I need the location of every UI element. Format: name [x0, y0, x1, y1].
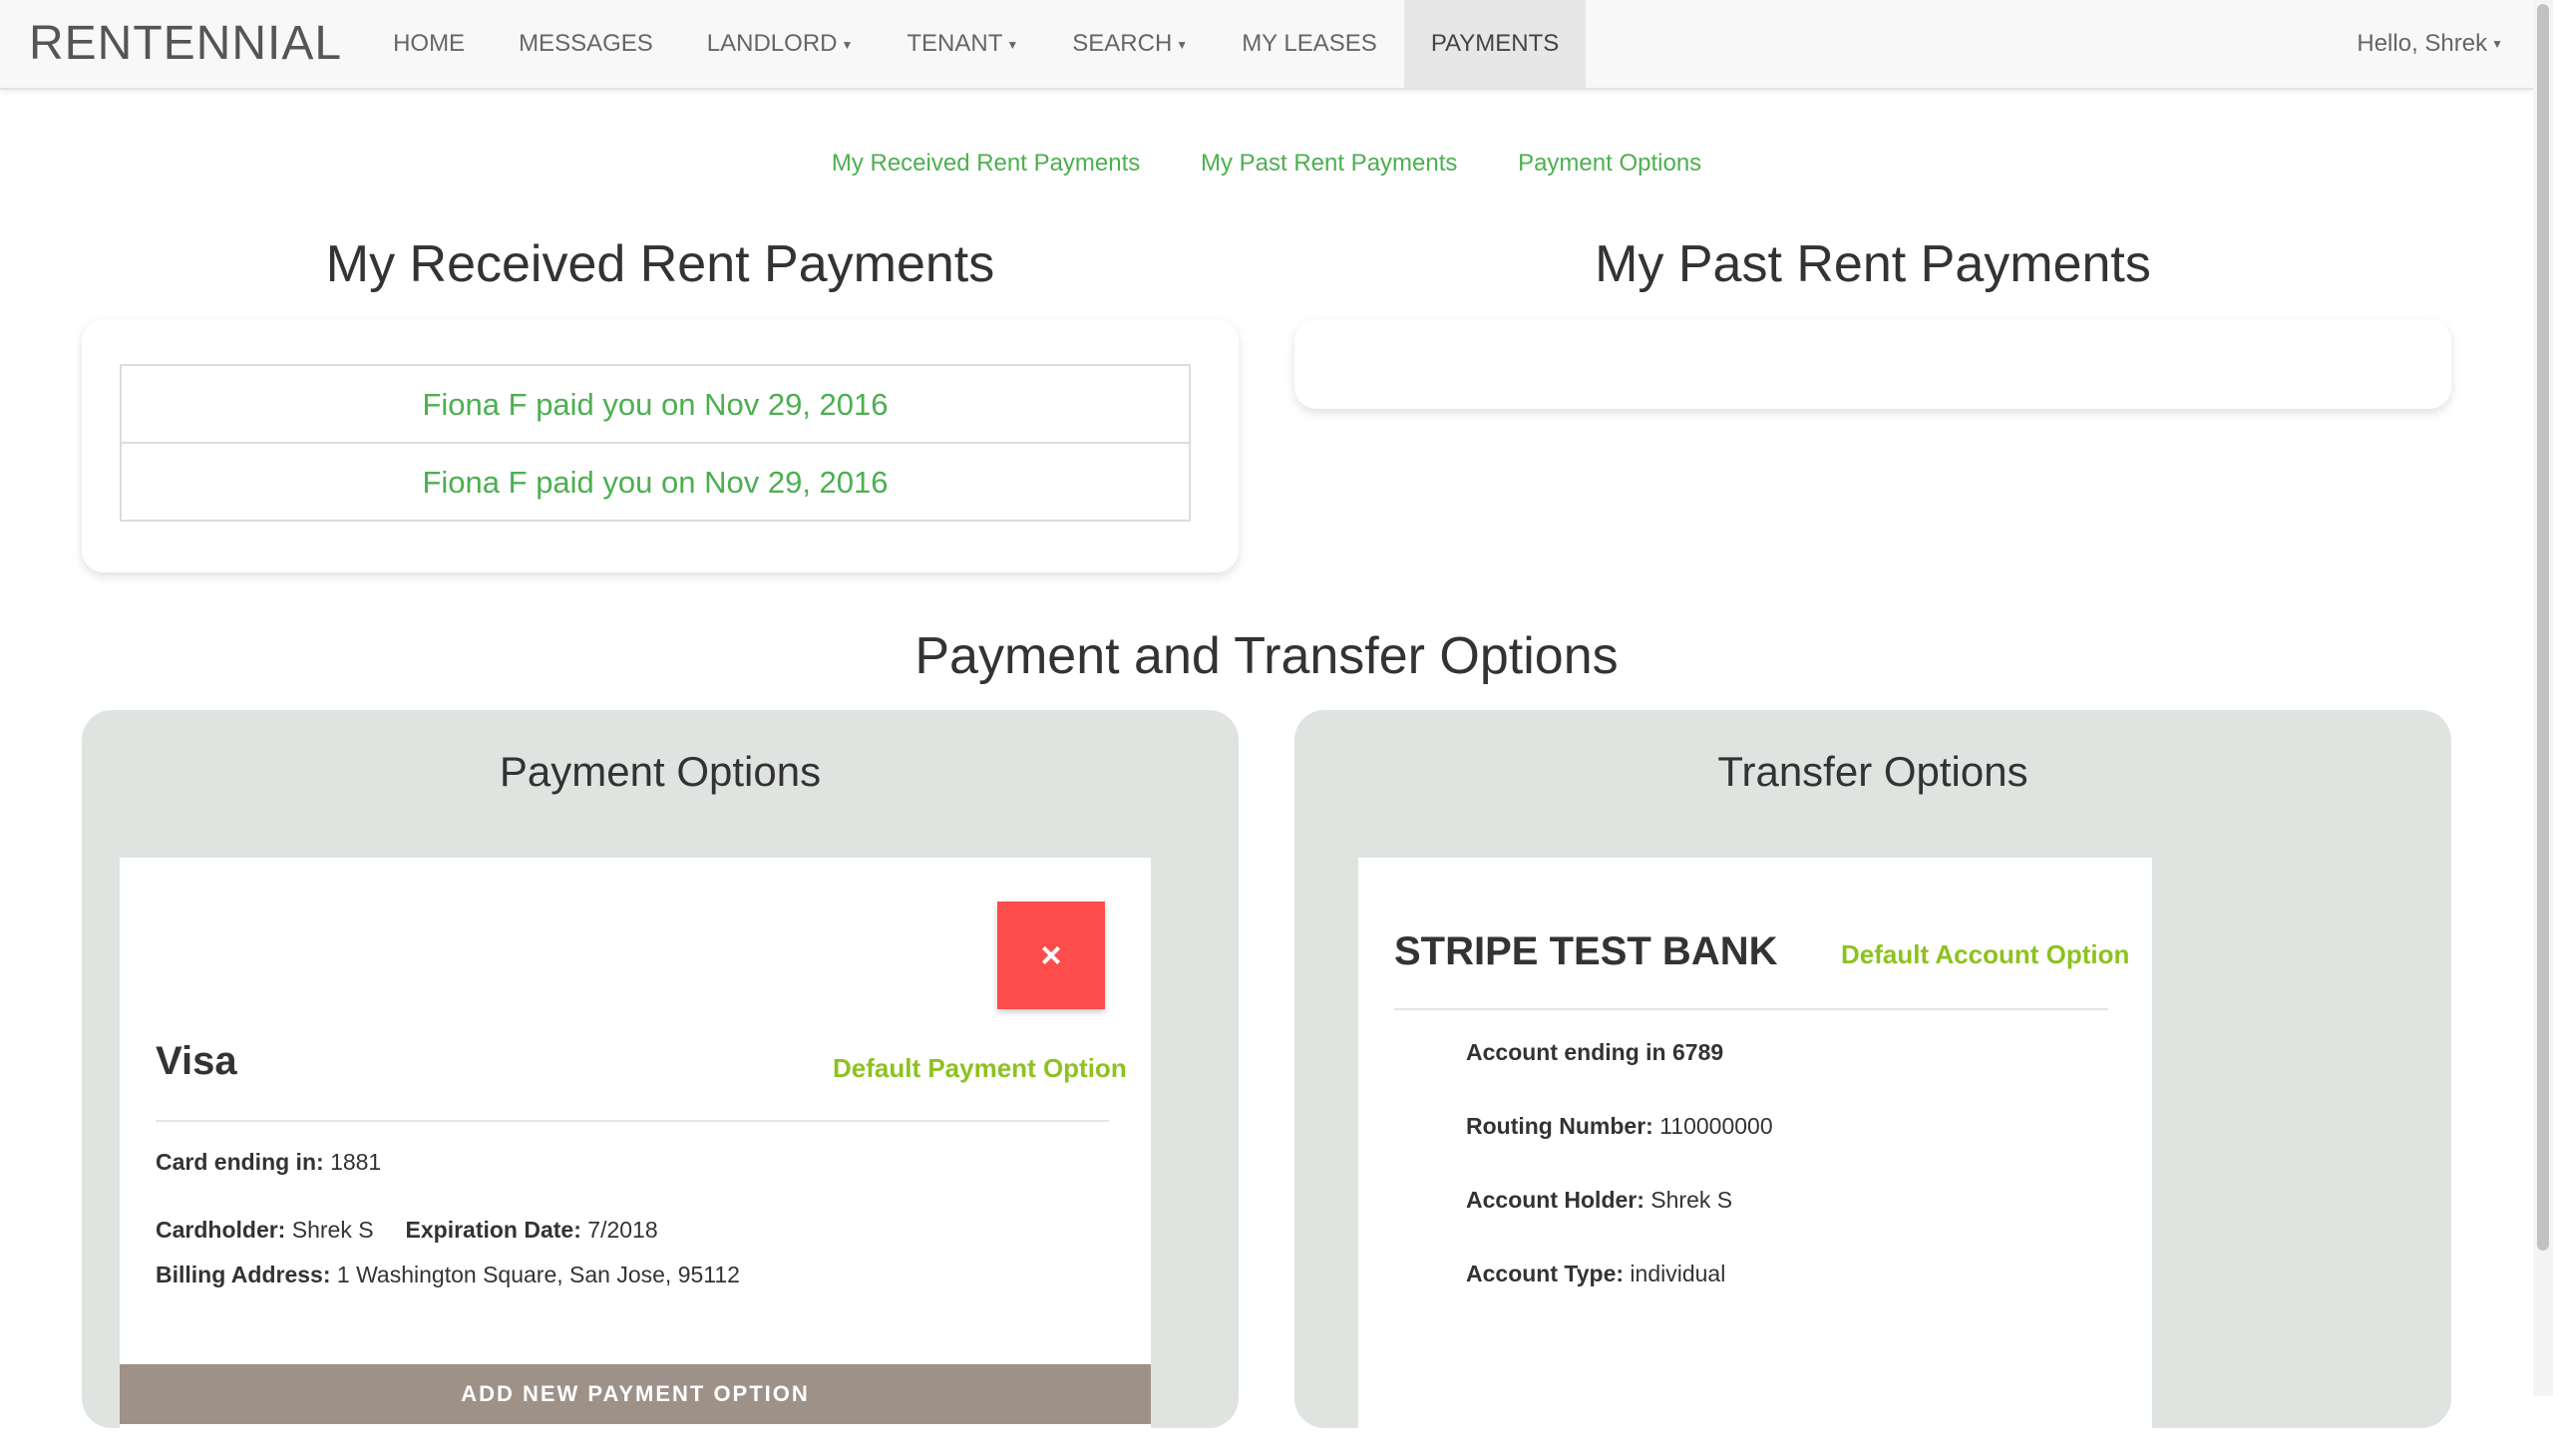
nav-search-label: SEARCH [1072, 30, 1173, 57]
transfer-options-title: Transfer Options [1717, 748, 2028, 795]
nav-home[interactable]: HOME [366, 0, 492, 88]
scrollbar-track[interactable] [2533, 0, 2553, 1396]
card-brand: Visa [156, 1039, 237, 1083]
caret-down-icon: ▼ [1006, 37, 1019, 52]
nav-landlord-dropdown[interactable]: LANDLORD ▼ [680, 0, 881, 88]
routing-number-line: Routing Number: 110000000 [1466, 1113, 1773, 1140]
caret-down-icon: ▼ [2491, 37, 2503, 52]
expiration-value: 7/2018 [587, 1217, 658, 1243]
nav-my-leases-label: MY LEASES [1242, 30, 1377, 57]
account-type-label: Account Type: [1466, 1261, 1625, 1286]
link-received-payments[interactable]: My Received Rent Payments [832, 150, 1140, 177]
options-section-title: Payment and Transfer Options [914, 627, 1619, 685]
bank-name: STRIPE TEST BANK [1394, 929, 1778, 973]
scrollbar-thumb[interactable] [2537, 4, 2549, 1251]
billing-address-label: Billing Address: [156, 1262, 331, 1287]
cardholder-line: Cardholder: Shrek S Expiration Date: 7/2… [156, 1217, 658, 1244]
payment-options-title: Payment Options [499, 748, 822, 795]
account-holder-line: Account Holder: Shrek S [1466, 1187, 1732, 1214]
card-ending-line: Card ending in: 1881 [156, 1149, 381, 1176]
expiration-label: Expiration Date: [405, 1217, 581, 1243]
payments-subnav: My Received Rent Payments My Past Rent P… [0, 150, 2533, 178]
nav-payments-label: PAYMENTS [1430, 30, 1560, 57]
account-type-value: individual [1630, 1261, 1726, 1286]
account-ending-line: Account ending in 6789 [1466, 1039, 1723, 1066]
payment-options-panel: Payment Options × Visa Default Payment O… [82, 710, 1239, 1456]
cardholder-label: Cardholder: [156, 1217, 286, 1243]
card-ending-value: 1881 [330, 1149, 382, 1175]
brand-logo[interactable]: RENTENNIAL [29, 0, 342, 88]
billing-address-value: 1 Washington Square, San Jose, 95112 [336, 1262, 740, 1287]
account-ending-text: Account ending in 6789 [1466, 1039, 1724, 1065]
user-greeting: Hello, Shrek [2357, 29, 2488, 57]
account-type-line: Account Type: individual [1466, 1261, 1725, 1287]
cardholder-value: Shrek S [291, 1217, 374, 1243]
caret-down-icon: ▼ [841, 37, 854, 52]
add-payment-option-button[interactable]: ADD NEW PAYMENT OPTION [120, 1364, 1151, 1424]
card-divider [156, 1120, 1109, 1122]
transfer-options-panel: Transfer Options STRIPE TEST BANK Defaul… [1294, 710, 2451, 1456]
top-navbar: RENTENNIAL HOME MESSAGES LANDLORD ▼ TENAN… [0, 0, 2533, 90]
received-payment-item[interactable]: Fiona F paid you on Nov 29, 2016 [120, 364, 1191, 444]
nav-tenant-label: TENANT [907, 30, 1003, 57]
link-payment-options[interactable]: Payment Options [1518, 150, 1701, 177]
nav-landlord-label: LANDLORD [706, 30, 838, 57]
nav-messages-label: MESSAGES [519, 30, 653, 57]
close-icon: × [1040, 934, 1062, 975]
card-ending-label: Card ending in: [156, 1149, 324, 1175]
routing-number-label: Routing Number: [1466, 1113, 1653, 1139]
received-payments-title: My Received Rent Payments [325, 235, 995, 293]
past-payments-card [1294, 319, 2451, 409]
nav-messages[interactable]: MESSAGES [492, 0, 680, 88]
link-past-payments[interactable]: My Past Rent Payments [1201, 150, 1457, 177]
user-menu-dropdown[interactable]: Hello, Shrek ▼ [2357, 0, 2503, 88]
caret-down-icon: ▼ [1176, 37, 1189, 52]
received-payments-card: Fiona F paid you on Nov 29, 2016 Fiona F… [82, 319, 1239, 572]
nav-search-dropdown[interactable]: SEARCH ▼ [1045, 0, 1215, 88]
received-payment-item[interactable]: Fiona F paid you on Nov 29, 2016 [120, 442, 1191, 522]
nav-tenant-dropdown[interactable]: TENANT ▼ [880, 0, 1045, 88]
account-holder-value: Shrek S [1650, 1187, 1733, 1213]
past-payments-title: My Past Rent Payments [1595, 235, 2151, 293]
routing-number-value: 110000000 [1659, 1113, 1773, 1139]
bank-account-box: STRIPE TEST BANK Default Account Option … [1358, 858, 2152, 1456]
default-payment-label: Default Payment Option [833, 1053, 1127, 1083]
nav-my-leases[interactable]: MY LEASES [1215, 0, 1404, 88]
default-account-label: Default Account Option [1841, 939, 2130, 969]
account-holder-label: Account Holder: [1466, 1187, 1644, 1213]
nav-home-label: HOME [393, 30, 466, 57]
bank-divider [1394, 1008, 2108, 1010]
delete-card-button[interactable]: × [997, 902, 1105, 1009]
billing-address-line: Billing Address: 1 Washington Square, Sa… [156, 1262, 740, 1288]
nav-payments[interactable]: PAYMENTS [1403, 0, 1587, 88]
